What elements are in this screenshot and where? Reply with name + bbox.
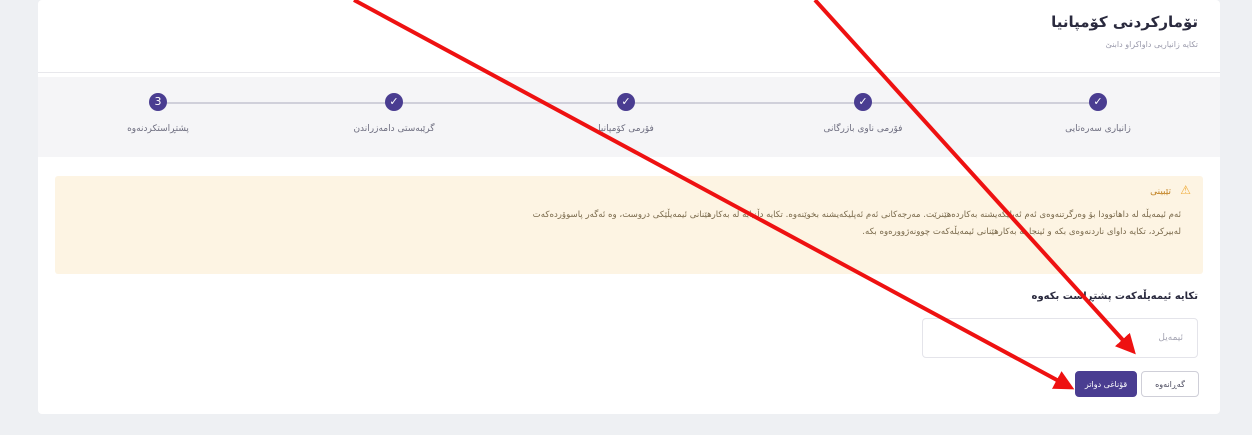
notice-box: ⚠ تێبینی ئەم ئیمەیڵە لە داهاتوودا بۆ وەر…: [55, 176, 1203, 274]
step-number-badge: 3: [149, 93, 167, 111]
check-icon: ✓: [617, 93, 635, 111]
page-subtitle: تکایە زانیاریی داواکراو دابنێ: [1105, 40, 1198, 49]
step-company-form[interactable]: ✓ فۆرمی کۆمپانیا: [546, 93, 706, 134]
page-header: تۆمارکردنی کۆمپانیا تکایە زانیاریی داواک…: [38, 0, 1220, 73]
step-founding-contract[interactable]: ✓ گرێبەستی دامەزراندن: [314, 93, 474, 134]
email-input[interactable]: [922, 318, 1198, 358]
step-label: فۆرمی ناوی بازرگانی: [823, 124, 903, 134]
check-icon: ✓: [854, 93, 872, 111]
next-step-button[interactable]: قۆناغی دواتر: [1075, 371, 1137, 397]
step-label: فۆرمی کۆمپانیا: [598, 124, 654, 134]
step-trade-name-form[interactable]: ✓ فۆرمی ناوی بازرگانی: [783, 93, 943, 134]
warning-icon: ⚠: [1180, 183, 1191, 197]
step-verification[interactable]: 3 پشتڕاستکردنەوە: [78, 93, 238, 134]
notice-text: ئەم ئیمەیڵە لە داهاتوودا بۆ وەرگرتنەوەی …: [532, 210, 1181, 237]
step-label: پشتڕاستکردنەوە: [127, 124, 189, 134]
notice-title: تێبینی: [1150, 187, 1171, 197]
step-basic-info[interactable]: ✓ زانیاری سەرەتایی: [1018, 93, 1178, 134]
check-icon: ✓: [1089, 93, 1107, 111]
step-label: زانیاری سەرەتایی: [1065, 124, 1131, 134]
step-label: گرێبەستی دامەزراندن: [353, 124, 435, 134]
check-icon: ✓: [385, 93, 403, 111]
progress-stepper: ✓ زانیاری سەرەتایی ✓ فۆرمی ناوی بازرگانی…: [38, 77, 1220, 157]
page-title: تۆمارکردنی کۆمپانیا: [1051, 13, 1198, 31]
email-confirm-label: تکایە ئیمەیڵەکەت پشتڕاست بکەوە: [1031, 291, 1198, 302]
back-button[interactable]: گەڕانەوە: [1141, 371, 1199, 397]
company-registration-card: تۆمارکردنی کۆمپانیا تکایە زانیاریی داواک…: [38, 0, 1220, 414]
